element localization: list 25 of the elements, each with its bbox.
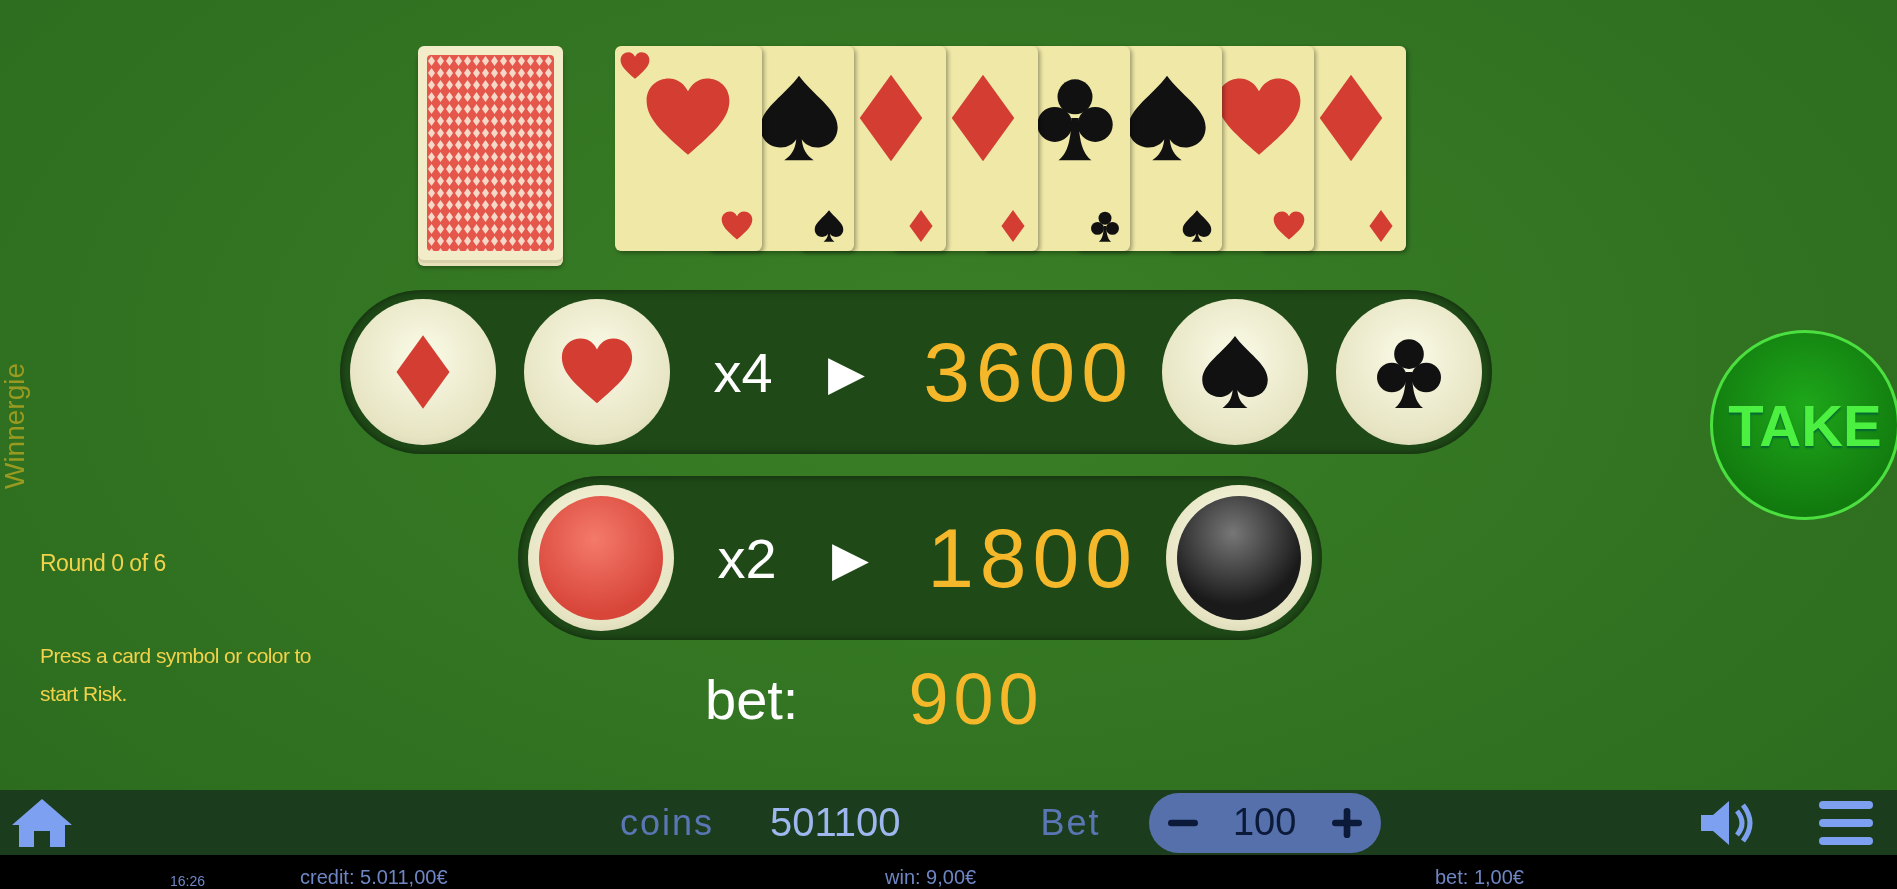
hint-text: Press a card symbol or color to start Risk. bbox=[40, 643, 312, 707]
bet-label: Bet bbox=[1040, 801, 1101, 844]
coins-label: coins bbox=[620, 801, 715, 844]
round-text: Round 0 of 6 bbox=[40, 550, 167, 577]
spade-icon bbox=[812, 209, 846, 243]
take-button[interactable]: TAKE bbox=[1710, 330, 1897, 520]
win-text: win: 9,00€ bbox=[885, 866, 978, 889]
bet-text: bet: 1,00€ bbox=[1435, 866, 1525, 889]
coins-value: 501100 bbox=[770, 800, 901, 845]
arrow-glyph: ▶ bbox=[830, 531, 870, 586]
clock-time: 16:26 bbox=[170, 873, 207, 889]
menu-icon[interactable] bbox=[1819, 798, 1873, 847]
provider-label: Winnergie bbox=[0, 362, 32, 490]
bet-label: bet: bbox=[705, 666, 799, 732]
credit-text: credit: 5.011,00€ bbox=[300, 866, 449, 889]
win-amount: 3600 bbox=[922, 323, 1134, 421]
club-icon bbox=[1088, 209, 1122, 243]
win-amount: 1800 bbox=[926, 509, 1138, 607]
bet-value: 100 bbox=[1232, 801, 1297, 844]
multiplier: x2 bbox=[716, 525, 778, 591]
home-icon[interactable] bbox=[10, 796, 74, 849]
multiplier: x4 bbox=[712, 339, 774, 405]
spade-icon bbox=[1180, 209, 1214, 243]
arrow-glyph: ▶ bbox=[826, 345, 866, 400]
bet-amount: 900 bbox=[908, 658, 1044, 740]
